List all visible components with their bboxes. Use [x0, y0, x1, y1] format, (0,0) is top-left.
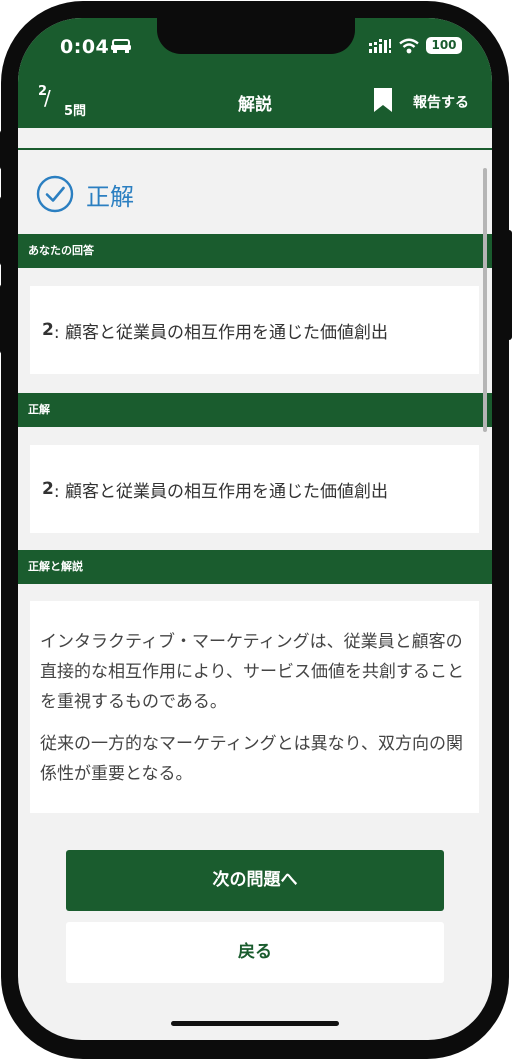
next-question-button[interactable]: 次の問題へ: [66, 850, 444, 911]
correct-answer-card: 2 : 顧客と従業員の相互作用を通じた価値創出: [30, 445, 479, 533]
signal-icon: [369, 38, 391, 53]
status-time: 0:04: [60, 36, 110, 58]
explanation-paragraph-2: 従来の一方的なマーケティングとは異なり、双方向の関係性が重要となる。: [40, 734, 463, 784]
your-answer-text: : 顧客と従業員の相互作用を通じた価値創出: [53, 322, 388, 343]
camera-notch: [157, 18, 355, 54]
correct-answer-heading: 正解: [18, 393, 492, 427]
result-label: 正解: [86, 182, 134, 211]
your-answer-card: 2 : 顧客と従業員の相互作用を通じた価値創出: [30, 286, 479, 374]
side-button-left-1: [0, 130, 6, 170]
scrollbar[interactable]: [483, 168, 487, 432]
battery-icon: 100: [426, 37, 462, 54]
header-divider: [18, 128, 492, 150]
check-circle-icon: [36, 175, 74, 213]
your-answer-number: 2: [42, 320, 54, 340]
side-button-right: [504, 230, 512, 340]
correct-answer-number: 2: [42, 479, 54, 499]
home-indicator[interactable]: [171, 1021, 339, 1026]
side-button-left-2: [0, 196, 6, 266]
back-button[interactable]: 戻る: [66, 922, 444, 983]
app-header: 0:04 100 2 / 5問 解説 報告する: [18, 18, 492, 128]
car-icon: [111, 39, 131, 53]
side-button-left-3: [0, 284, 6, 354]
wifi-icon: [399, 38, 419, 53]
bookmark-icon[interactable]: [374, 88, 392, 112]
result-indicator: 正解: [36, 175, 134, 213]
explanation-card: インタラクティブ・マーケティングは、従業員と顧客の直接的な相互作用により、サービ…: [30, 601, 479, 813]
your-answer-heading: あなたの回答: [18, 234, 492, 268]
explanation-paragraph-1: インタラクティブ・マーケティングは、従業員と顧客の直接的な相互作用により、サービ…: [40, 632, 464, 712]
screen: 0:04 100 2 / 5問 解説 報告する 正解 あなたの回答 2: 顧客…: [18, 18, 492, 1040]
report-button[interactable]: 報告する: [413, 92, 469, 112]
correct-answer-text: : 顧客と従業員の相互作用を通じた価値創出: [53, 481, 388, 502]
explanation-heading: 正解と解説: [18, 550, 492, 584]
status-icons: 100: [368, 37, 462, 54]
